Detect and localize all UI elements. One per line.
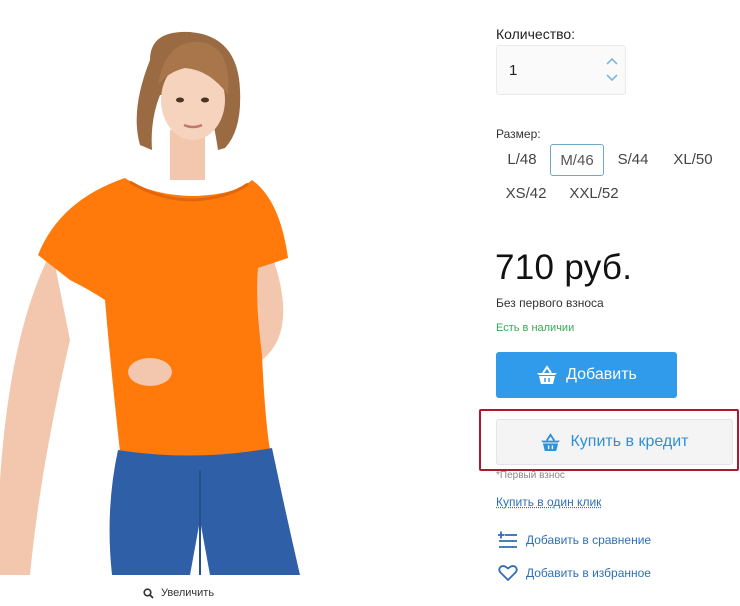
credit-button-label: Купить в кредит [570, 433, 689, 450]
zoom-label: Увеличить [161, 587, 215, 599]
size-label: Размер: [496, 127, 541, 141]
compare-list-icon [498, 531, 517, 548]
first-payment-note: *Первый взнос [496, 470, 565, 481]
no-deposit-note: Без первого взноса [496, 296, 604, 310]
add-button-label: Добавить [566, 366, 637, 383]
magnifier-icon [143, 587, 154, 599]
zoom-button[interactable]: Увеличить [143, 587, 214, 599]
basket-icon [541, 432, 561, 451]
buy-on-credit-button[interactable]: Купить в кредит [496, 419, 733, 465]
product-image[interactable] [0, 0, 340, 575]
size-option-xl50[interactable]: XL/50 [666, 144, 720, 176]
add-to-cart-button[interactable]: Добавить [496, 352, 677, 398]
size-option-s44[interactable]: S/44 [610, 144, 656, 176]
chevron-up-icon[interactable] [605, 55, 619, 67]
price: 710 руб. [495, 248, 633, 287]
size-option-xs42[interactable]: XS/42 [500, 178, 552, 210]
compare-label: Добавить в сравнение [526, 533, 652, 547]
chevron-down-icon[interactable] [605, 72, 619, 84]
basket-icon [537, 365, 558, 384]
favorite-label: Добавить в избранное [526, 566, 651, 580]
quantity-stepper [496, 45, 626, 95]
size-option-m46[interactable]: M/46 [550, 144, 604, 176]
stock-status: Есть в наличии [496, 322, 575, 334]
add-to-favorites-link[interactable]: Добавить в избранное [498, 564, 651, 582]
size-option-l48[interactable]: L/48 [500, 144, 544, 176]
add-to-compare-link[interactable]: Добавить в сравнение [498, 531, 651, 549]
size-option-xxl52[interactable]: XXL/52 [562, 178, 626, 210]
quantity-label: Количество: [496, 26, 576, 42]
heart-icon [498, 565, 518, 581]
buy-one-click-link[interactable]: Купить в один клик [496, 495, 601, 509]
quantity-input[interactable] [509, 60, 589, 80]
product-photo [0, 31, 300, 575]
